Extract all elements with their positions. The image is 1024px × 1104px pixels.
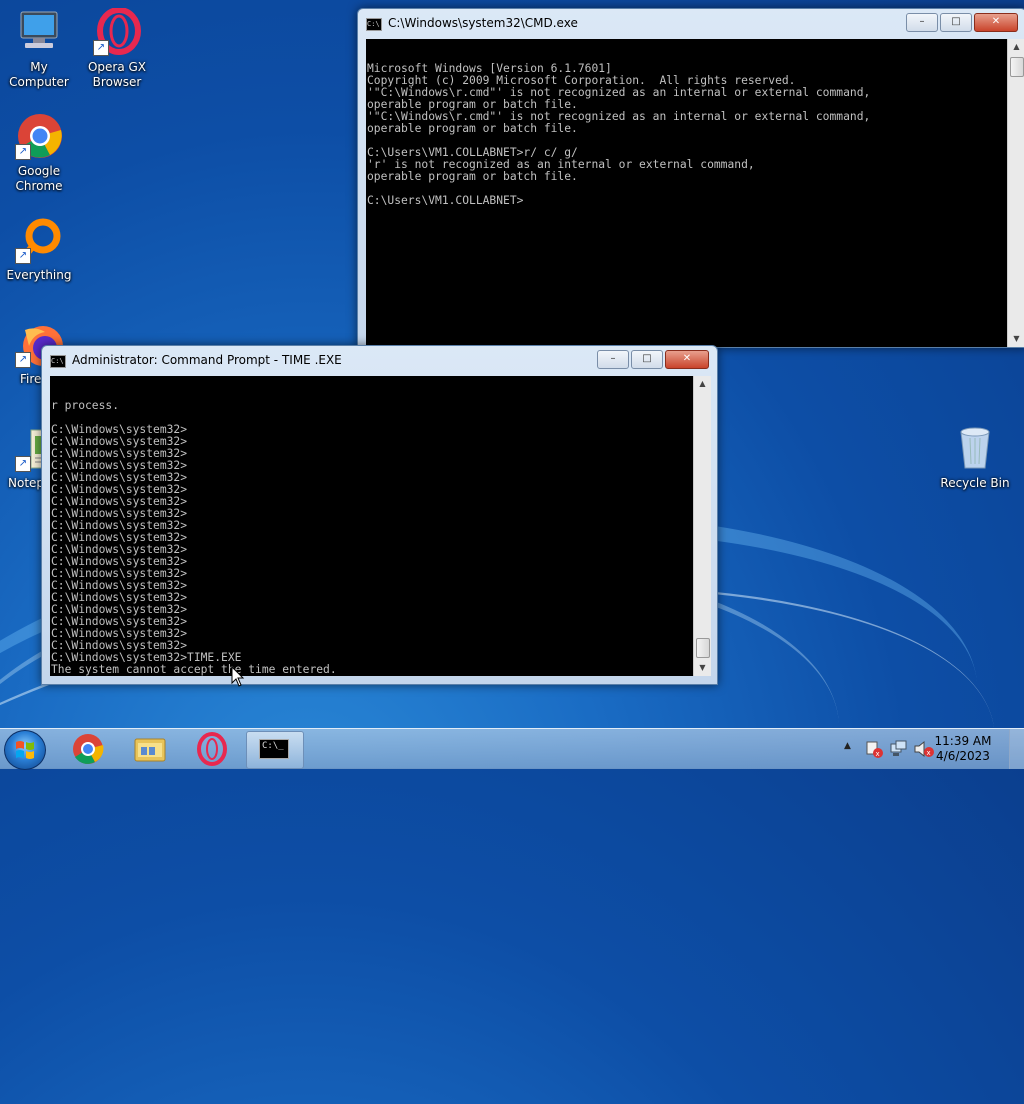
desktop-icon-opera-gx[interactable]: ↗ Opera GX Browser <box>78 7 156 90</box>
desktop-icon-label: Google Chrome <box>15 164 63 193</box>
scroll-thumb[interactable] <box>1010 57 1024 77</box>
console-output[interactable]: Microsoft Windows [Version 6.1.7601] Copy… <box>366 39 1007 347</box>
shortcut-arrow-icon: ↗ <box>15 352 31 368</box>
everything-search-icon: ↗ <box>15 216 63 264</box>
console-line: r process. <box>51 399 120 412</box>
cmd-window[interactable]: C:\ C:\Windows\system32\CMD.exe – □ ✕ Mi… <box>357 8 1024 348</box>
cmd-window-titlebar[interactable]: C:\ C:\Windows\system32\CMD.exe – □ ✕ <box>358 9 1024 37</box>
scroll-up-icon[interactable]: ▲ <box>694 376 711 392</box>
window-title: Administrator: Command Prompt - TIME .EX… <box>72 353 342 367</box>
admin-cmd-window-titlebar[interactable]: C:\ Administrator: Command Prompt - TIME… <box>42 346 717 374</box>
desktop-icon-label: Everything <box>6 268 72 282</box>
desktop-icon-everything[interactable]: ↗ Everything <box>0 216 78 283</box>
taskbar: C:\_ ▲ x x 11:39 AM 4/6/2023 <box>0 728 1024 770</box>
scroll-thumb[interactable] <box>696 638 710 658</box>
console-line: operable program or batch file. <box>367 122 578 135</box>
scroll-down-icon[interactable]: ▼ <box>1008 331 1024 347</box>
desktop-icon-recycle-bin[interactable]: Recycle Bin <box>936 424 1014 491</box>
console-line: operable program or batch file. <box>367 170 578 183</box>
cmd-icon: C:\ <box>366 18 382 31</box>
desktop-icon-label: Recycle Bin <box>940 476 1010 490</box>
desktop-icon-label: My Computer <box>9 60 69 89</box>
taskbar-chrome[interactable] <box>60 731 116 767</box>
desktop-icon-label: Opera GX Browser <box>87 60 147 89</box>
chrome-icon: ↗ <box>15 112 63 160</box>
minimize-button[interactable]: – <box>597 350 629 369</box>
shortcut-arrow-icon: ↗ <box>15 144 31 160</box>
scroll-up-icon[interactable]: ▲ <box>1008 39 1024 55</box>
svg-text:x: x <box>876 750 880 758</box>
minimize-button[interactable]: – <box>906 13 938 32</box>
tray-expand-icon[interactable]: ▲ <box>844 741 851 751</box>
folder-icon <box>134 738 166 762</box>
shortcut-arrow-icon: ↗ <box>15 248 31 264</box>
opera-gx-icon <box>197 732 227 766</box>
close-button[interactable]: ✕ <box>974 13 1018 32</box>
desktop-icon-google-chrome[interactable]: ↗ Google Chrome <box>0 112 78 194</box>
clock-time: 11:39 AM <box>934 734 992 748</box>
taskbar-opera-gx[interactable] <box>184 731 240 767</box>
desktop-icon-my-computer[interactable]: My Computer <box>0 8 78 90</box>
vertical-scrollbar[interactable]: ▲ ▼ <box>1007 39 1024 347</box>
network-icon[interactable] <box>889 740 909 758</box>
computer-icon <box>15 8 63 56</box>
windows-logo-icon <box>16 741 34 759</box>
opera-gx-icon: ↗ <box>93 7 141 56</box>
cmd-icon: C:\_ <box>259 739 289 759</box>
maximize-button[interactable]: □ <box>631 350 663 369</box>
system-clock[interactable]: 11:39 AM 4/6/2023 <box>928 734 998 764</box>
admin-cmd-window[interactable]: C:\ Administrator: Command Prompt - TIME… <box>41 345 718 685</box>
clock-date: 4/6/2023 <box>936 749 990 763</box>
maximize-button[interactable]: □ <box>940 13 972 32</box>
cmd-icon: C:\ <box>50 355 66 368</box>
vertical-scrollbar[interactable]: ▲ ▼ <box>693 376 711 676</box>
console-output[interactable]: r process. C:\Windows\system32> C:\Window… <box>50 376 693 676</box>
scroll-down-icon[interactable]: ▼ <box>694 660 711 676</box>
shortcut-arrow-icon: ↗ <box>93 40 109 56</box>
mouse-cursor-icon <box>231 666 245 687</box>
recycle-bin-icon <box>951 424 999 472</box>
action-center-icon[interactable]: x <box>864 740 884 758</box>
taskbar-explorer[interactable] <box>122 731 178 767</box>
start-button[interactable] <box>4 730 46 770</box>
close-button[interactable]: ✕ <box>665 350 709 369</box>
console-line: C:\Users\VM1.COLLABNET> <box>367 194 524 207</box>
show-desktop-button[interactable] <box>1009 729 1024 769</box>
taskbar-command-prompt[interactable]: C:\_ <box>246 731 304 769</box>
chrome-icon <box>73 734 104 764</box>
window-title: C:\Windows\system32\CMD.exe <box>388 16 578 30</box>
shortcut-arrow-icon: ↗ <box>15 456 31 472</box>
